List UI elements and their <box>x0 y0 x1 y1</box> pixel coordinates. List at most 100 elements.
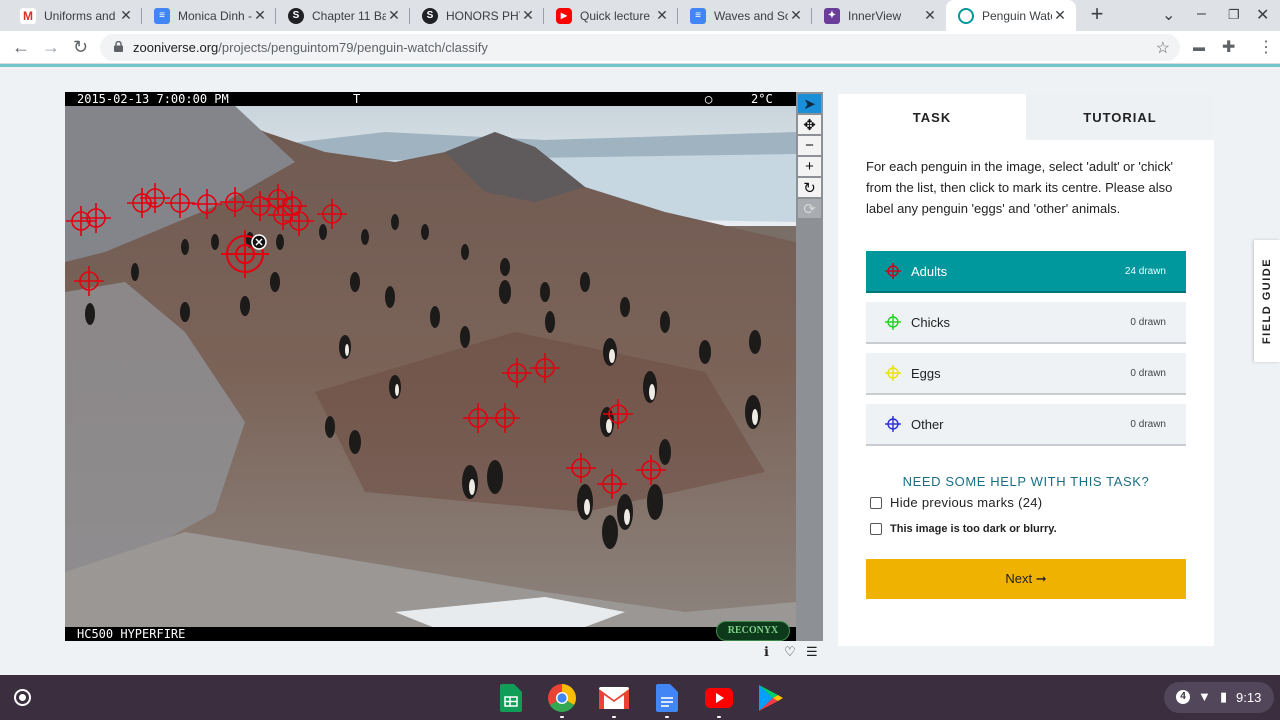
adult-marker-icon <box>885 263 901 279</box>
too-dark-label: This image is too dark or blurry. <box>890 523 1057 535</box>
menu-icon[interactable]: ⋮ <box>1258 37 1274 57</box>
youtube-app-icon[interactable] <box>704 683 734 718</box>
reload-button[interactable]: ↻ <box>73 37 88 57</box>
launcher-button[interactable] <box>14 689 31 706</box>
help-link[interactable]: NEED SOME HELP WITH THIS TASK? <box>866 474 1186 489</box>
wifi-icon: ▼ <box>1198 689 1211 704</box>
checkbox-box[interactable] <box>870 496 882 509</box>
tab-docs-2[interactable]: ≡ Waves and So ✕ <box>678 0 812 31</box>
tab-title: HONORS PHY <box>446 8 520 23</box>
close-tab-icon[interactable]: ✕ <box>922 7 938 24</box>
classify-page: 2015-02-13 7:00:00 PM T ◯ 2°C HC500 HYPE… <box>0 67 1280 675</box>
os-shelf: 4 ▼ ▮ 9:13 <box>0 675 1280 720</box>
innerview-icon: ✦ <box>824 7 840 24</box>
new-tab-button[interactable]: + <box>1086 3 1108 27</box>
info-icon[interactable]: ℹ <box>764 644 769 660</box>
moon-phase-icon: ◯ <box>705 92 713 106</box>
camera-info-bar: 2015-02-13 7:00:00 PM T ◯ 2°C <box>65 92 796 106</box>
tab-docs-1[interactable]: ≡ Monica Dinh - ✕ <box>142 0 276 31</box>
clock: 9:13 <box>1236 690 1262 705</box>
tab-innerview[interactable]: ✦ InnerView ✕ <box>812 0 946 31</box>
close-window-icon[interactable]: ✕ <box>1256 5 1269 25</box>
too-dark-checkbox[interactable]: This image is too dark or blurry. <box>870 523 1057 535</box>
camera-flag: T <box>353 92 361 106</box>
restore-icon[interactable]: ❐ <box>1228 7 1240 23</box>
zoom-in-icon[interactable]: + <box>798 157 821 176</box>
schoology-icon: S <box>422 7 438 24</box>
status-tray[interactable]: 4 ▼ ▮ 9:13 <box>1164 682 1274 713</box>
extension-icon[interactable]: ▬ <box>1193 40 1205 54</box>
gmail-icon: M <box>20 7 36 24</box>
tab-youtube[interactable]: ▶ Quick lecture c ✕ <box>544 0 678 31</box>
tab-title: Waves and So <box>714 8 788 23</box>
rotate-icon[interactable]: ↻ <box>798 178 821 197</box>
tab-title: Monica Dinh - <box>178 8 252 23</box>
camera-temperature: 2°C <box>751 92 773 106</box>
chrome-app-icon[interactable] <box>547 683 577 718</box>
subject-image[interactable]: 2015-02-13 7:00:00 PM T ◯ 2°C HC500 HYPE… <box>65 92 796 641</box>
close-tab-icon[interactable]: ✕ <box>252 7 268 24</box>
close-tab-icon[interactable]: ✕ <box>788 7 804 24</box>
play-store-app-icon[interactable] <box>756 683 786 713</box>
choice-label: Chicks <box>911 314 951 330</box>
tab-penguin-watch[interactable]: Penguin Watc ✕ <box>946 0 1076 31</box>
checkbox-box[interactable] <box>870 523 882 535</box>
field-guide-tab[interactable]: FIELD GUIDE <box>1254 240 1280 362</box>
close-tab-icon[interactable]: ✕ <box>118 7 134 24</box>
forward-button[interactable]: → <box>42 37 60 57</box>
pan-tool-icon[interactable]: ✥ <box>798 115 821 134</box>
choice-other[interactable]: Other 0 drawn <box>866 404 1186 446</box>
penguin-colony-photo <box>65 106 796 641</box>
bookmark-star-icon[interactable]: ☆ <box>1156 38 1170 58</box>
schoology-icon: S <box>288 7 304 24</box>
close-tab-icon[interactable]: ✕ <box>386 7 402 24</box>
choice-label: Eggs <box>911 365 941 381</box>
tab-schoology-2[interactable]: S HONORS PHY ✕ <box>410 0 544 31</box>
sheets-app-icon[interactable] <box>496 683 526 713</box>
tab-schoology-1[interactable]: S Chapter 11 Ba ✕ <box>276 0 410 31</box>
choice-label: Other <box>911 416 944 432</box>
extensions-puzzle-icon[interactable]: ✚ <box>1222 37 1235 57</box>
browser-toolbar: ← → ↻ zooniverse.org/projects/penguintom… <box>0 31 1280 64</box>
delete-mark-icon[interactable] <box>251 234 267 250</box>
tab-task[interactable]: TASK <box>838 94 1026 140</box>
choice-count: 0 drawn <box>1130 367 1166 379</box>
youtube-icon: ▶ <box>556 7 572 24</box>
address-bar[interactable]: zooniverse.org/projects/penguintom79/pen… <box>100 34 1180 61</box>
close-tab-icon[interactable]: ✕ <box>654 7 670 24</box>
zoom-out-icon[interactable]: − <box>798 136 821 155</box>
choice-eggs[interactable]: Eggs 0 drawn <box>866 353 1186 395</box>
back-button[interactable]: ← <box>12 37 30 57</box>
egg-marker-icon <box>885 365 901 381</box>
tab-gmail[interactable]: M Uniforms and ✕ <box>8 0 142 31</box>
camera-datetime: 2015-02-13 7:00:00 PM <box>77 92 229 106</box>
minimize-icon[interactable]: – <box>1197 5 1206 23</box>
close-tab-icon[interactable]: ✕ <box>520 7 536 24</box>
zooniverse-icon <box>958 7 974 24</box>
tab-search-icon[interactable]: ⌄ <box>1162 5 1175 25</box>
hide-marks-checkbox[interactable]: Hide previous marks (24) <box>870 495 1042 510</box>
tab-title: Quick lecture c <box>580 8 654 23</box>
choice-chicks[interactable]: Chicks 0 drawn <box>866 302 1186 344</box>
next-button[interactable]: Next ➞ <box>866 559 1186 599</box>
favorite-heart-icon[interactable]: ♡ <box>784 644 796 660</box>
choice-count: 0 drawn <box>1130 418 1166 430</box>
task-panel: TASK TUTORIAL For each penguin in the im… <box>838 94 1214 646</box>
docs-icon: ≡ <box>690 7 706 24</box>
close-tab-icon[interactable]: ✕ <box>1052 7 1068 24</box>
choice-label: Adults <box>911 263 948 279</box>
field-guide-label: FIELD GUIDE <box>1261 257 1273 345</box>
camera-model: HC500 HYPERFIRE <box>77 627 186 641</box>
reset-icon[interactable]: ⟳ <box>798 199 821 218</box>
pointer-tool-icon[interactable]: ➤ <box>798 94 821 113</box>
collections-list-icon[interactable]: ☰ <box>806 644 818 660</box>
url-text: zooniverse.org/projects/penguintom79/pen… <box>133 40 488 55</box>
camera-footer-bar: HC500 HYPERFIRE RECONYX <box>65 621 796 641</box>
choice-adults[interactable]: Adults 24 drawn <box>866 251 1186 293</box>
docs-app-icon[interactable] <box>652 683 682 718</box>
gmail-app-icon[interactable] <box>599 683 629 718</box>
tab-tutorial[interactable]: TUTORIAL <box>1026 94 1214 140</box>
tab-title: InnerView <box>848 8 902 23</box>
task-instruction: For each penguin in the image, select 'a… <box>866 159 1173 216</box>
battery-icon: ▮ <box>1220 689 1228 704</box>
